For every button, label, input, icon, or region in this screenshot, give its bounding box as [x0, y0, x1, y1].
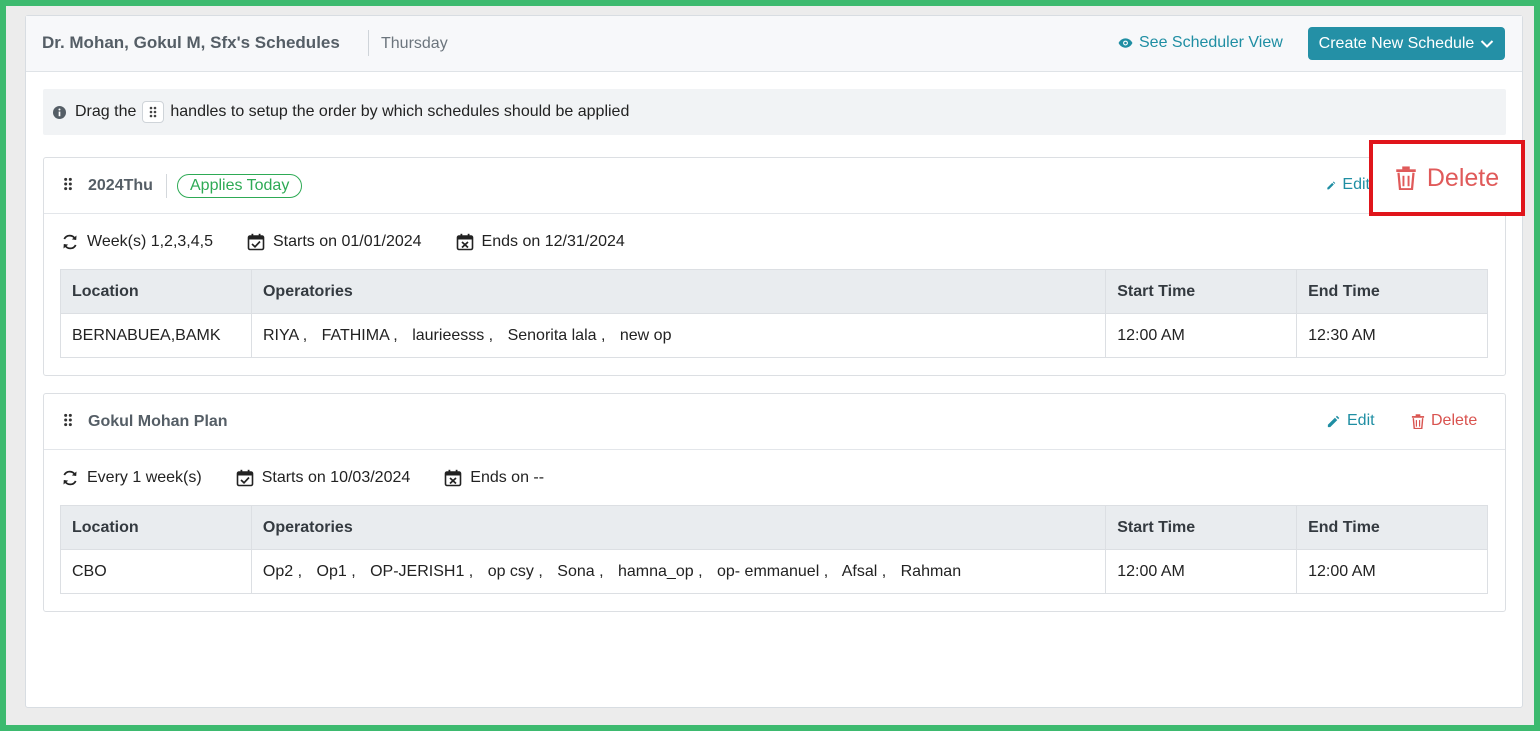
schedule-table: Location Operatories Start Time End Time…: [60, 505, 1488, 594]
operatory-name: Sona: [557, 562, 595, 580]
eye-icon: [1118, 38, 1133, 48]
header-divider: [368, 30, 369, 56]
edit-label: Edit: [1342, 176, 1370, 193]
start-date-text: Starts on 10/03/2024: [261, 469, 411, 486]
end-date: Ends on --: [444, 469, 544, 487]
end-time-cell: 12:30 AM: [1296, 313, 1488, 358]
see-scheduler-view-label: See Scheduler View: [1139, 34, 1283, 51]
operatory-name: Afsal: [841, 562, 878, 580]
recurrence: Every 1 week(s): [61, 469, 202, 487]
end-date: Ends on 12/31/2024: [456, 233, 625, 251]
operatory-name: new op: [619, 326, 672, 344]
delete-button[interactable]: Delete: [1411, 412, 1477, 430]
schedule-card: 2024Thu Applies Today Edit Week(s) 1,2,3…: [43, 157, 1506, 376]
operatory-name: laurieesss: [412, 326, 485, 344]
schedule-card-header: 2024Thu Applies Today Edit: [44, 158, 1505, 214]
end-time-cell: 12:00 AM: [1296, 549, 1488, 594]
schedule-card-header: Gokul Mohan Plan Edit Delete: [44, 394, 1505, 450]
recurrence-text: Week(s) 1,2,3,4,5: [87, 233, 213, 250]
end-date-text: Ends on --: [470, 469, 545, 486]
operatory-name: op csy: [487, 562, 534, 580]
operatory-name: op- emmanuel: [716, 562, 820, 580]
calendar-end-icon: [456, 233, 473, 251]
delete-label: Delete: [1431, 412, 1478, 429]
card-divider: [166, 174, 167, 198]
start-time-header: Start Time: [1105, 269, 1298, 314]
end-time-header: End Time: [1296, 269, 1488, 314]
operatory-name: RIYA: [262, 326, 299, 344]
drag-handle-icon: [142, 101, 165, 123]
end-date-text: Ends on 12/31/2024: [481, 233, 625, 250]
table-row: CBO Op2 , Op1 , OP-JERISH1 , op csy , So…: [60, 549, 1488, 594]
location-header: Location: [60, 269, 252, 314]
schedule-name: 2024Thu: [88, 177, 153, 194]
trash-icon: [1396, 166, 1416, 190]
location-cell: CBO: [60, 549, 252, 594]
start-date: Starts on 01/01/2024: [247, 233, 422, 251]
location-cell: BERNABUEA,BAMK: [60, 313, 252, 358]
info-text-suffix: handles to setup the order by which sche…: [170, 103, 630, 120]
operatories-header: Operatories: [250, 269, 1107, 314]
create-new-schedule-label: Create New Schedule: [1318, 34, 1475, 52]
operatories-cell: Op2 , Op1 , OP-JERISH1 , op csy , Sona ,…: [250, 549, 1107, 594]
info-text-prefix: Drag the: [75, 103, 137, 120]
table-header-row: Location Operatories Start Time End Time: [60, 269, 1488, 314]
calendar-start-icon: [236, 469, 254, 487]
schedule-meta: Week(s) 1,2,3,4,5 Starts on 01/01/2024 E…: [61, 233, 659, 251]
app-frame: Dr. Mohan, Gokul M, Sfx's Schedules Thur…: [6, 6, 1534, 725]
calendar-end-icon: [444, 469, 462, 487]
drag-handle-icon[interactable]: [63, 413, 73, 427]
schedule-meta: Every 1 week(s) Starts on 10/03/2024 End…: [61, 469, 578, 487]
sync-icon: [63, 470, 77, 486]
recurrence-text: Every 1 week(s): [87, 469, 202, 486]
table-row: BERNABUEA,BAMK RIYA , FATHIMA , lauriees…: [60, 313, 1488, 358]
recurrence: Week(s) 1,2,3,4,5: [61, 233, 213, 251]
applies-today-badge: Applies Today: [177, 174, 303, 198]
start-time-cell: 12:00 AM: [1105, 549, 1298, 594]
highlighted-delete-button[interactable]: Delete: [1369, 140, 1525, 216]
schedule-table: Location Operatories Start Time End Time…: [60, 269, 1488, 358]
highlighted-delete-label: Delete: [1426, 163, 1500, 192]
sync-icon: [63, 234, 77, 250]
panel-header: Dr. Mohan, Gokul M, Sfx's Schedules Thur…: [26, 16, 1522, 72]
operatory-name: hamna_op: [618, 562, 694, 580]
drag-info-bar: Drag the handles to setup the order by w…: [43, 89, 1506, 135]
operatory-name: Rahman: [900, 562, 962, 580]
operatory-name: FATHIMA: [321, 326, 389, 344]
schedule-name: Gokul Mohan Plan: [88, 413, 228, 430]
operatory-name: Op1: [316, 562, 347, 580]
start-date: Starts on 10/03/2024: [236, 469, 411, 487]
create-new-schedule-button[interactable]: Create New Schedule: [1308, 27, 1505, 60]
operatories-header: Operatories: [250, 505, 1107, 550]
drag-handle-icon[interactable]: [63, 177, 73, 191]
location-header: Location: [60, 505, 252, 550]
edit-button[interactable]: Edit: [1326, 176, 1370, 194]
start-time-header: Start Time: [1105, 505, 1298, 550]
operatory-name: Senorita lala: [507, 326, 597, 344]
trash-icon: [1411, 413, 1425, 429]
see-scheduler-view-link[interactable]: See Scheduler View: [1118, 34, 1283, 52]
chevron-down-icon: [1481, 39, 1494, 48]
operatories-cell: RIYA , FATHIMA , laurieesss , Senorita l…: [250, 313, 1107, 358]
end-time-header: End Time: [1296, 505, 1488, 550]
page-title: Dr. Mohan, Gokul M, Sfx's Schedules: [42, 33, 340, 52]
start-time-cell: 12:00 AM: [1105, 313, 1298, 358]
calendar-start-icon: [247, 233, 265, 251]
schedules-panel: Dr. Mohan, Gokul M, Sfx's Schedules Thur…: [25, 15, 1523, 708]
edit-button[interactable]: Edit: [1326, 412, 1375, 430]
operatory-name: Op2: [262, 562, 294, 580]
pencil-icon: [1327, 180, 1336, 189]
operatory-name: OP-JERISH1: [370, 562, 465, 580]
day-label: Thursday: [381, 35, 448, 52]
info-icon: [53, 105, 66, 119]
table-header-row: Location Operatories Start Time End Time: [60, 505, 1488, 550]
pencil-icon: [1327, 415, 1340, 427]
start-date-text: Starts on 01/01/2024: [272, 233, 422, 250]
edit-label: Edit: [1347, 412, 1375, 429]
schedule-card: Gokul Mohan Plan Edit Delete Every 1 wee…: [43, 393, 1506, 612]
